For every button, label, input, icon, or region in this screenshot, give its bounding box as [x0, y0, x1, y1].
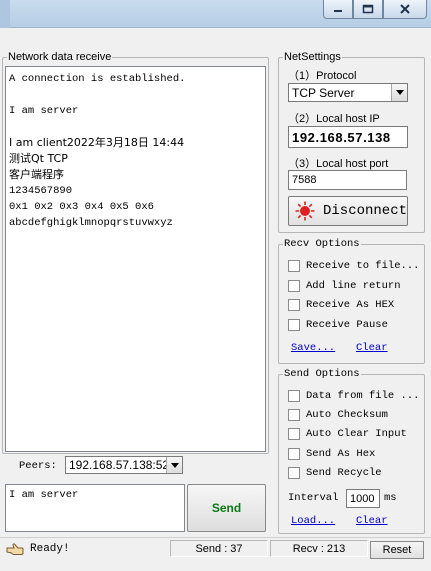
close-icon	[400, 4, 410, 14]
send-option-label: Auto Checksum	[306, 409, 388, 422]
recv-clear-link[interactable]: Clear	[356, 342, 388, 354]
recv-option[interactable]: Receive As HEX	[288, 298, 394, 312]
send-option-label: Auto Clear Input	[306, 428, 407, 441]
receive-line	[9, 87, 262, 103]
recv-option-label: Add line return	[306, 279, 401, 292]
send-option[interactable]: Auto Checksum	[288, 408, 388, 422]
hand-pointer-icon	[6, 543, 24, 555]
window-controls	[323, 0, 427, 20]
recv-option[interactable]: Receive Pause	[288, 318, 388, 332]
reset-button[interactable]: Reset	[370, 541, 424, 559]
recv-option-label: Receive Pause	[306, 318, 388, 331]
receive-line: abcdefghigklmnopqrstuvwxyz	[9, 217, 173, 229]
net-settings-title: NetSettings	[284, 51, 341, 63]
send-options-title: Send Options	[284, 368, 360, 380]
minimize-icon	[334, 10, 342, 12]
receive-line: I am server	[9, 105, 79, 117]
interval-label: Interval	[288, 492, 339, 504]
checkbox[interactable]	[288, 318, 300, 331]
send-option[interactable]: Data from file ...	[288, 389, 419, 403]
close-button[interactable]	[383, 0, 427, 19]
recv-count: Recv : 213	[270, 540, 368, 557]
disconnect-label: Disconnect	[322, 203, 407, 219]
checkbox[interactable]	[288, 279, 300, 292]
send-option-label: Send As Hex	[306, 447, 376, 460]
send-button[interactable]: Send	[187, 484, 266, 532]
status-ready: Ready!	[30, 543, 70, 555]
checkbox[interactable]	[288, 447, 300, 460]
receive-line: 0x1 0x2 0x3 0x4 0x5 0x6	[9, 201, 154, 213]
send-text-area[interactable]: I am server	[5, 484, 185, 532]
send-option[interactable]: Send As Hex	[288, 447, 375, 461]
interval-field[interactable]: 1000	[346, 489, 380, 508]
send-option[interactable]: Auto Clear Input	[288, 427, 407, 441]
protocol-select[interactable]: TCP Server	[288, 83, 408, 102]
maximize-button[interactable]	[353, 0, 383, 19]
receive-line: I am client2022年3月18日 14:44	[9, 136, 185, 149]
checkbox[interactable]	[288, 260, 300, 272]
receive-line: 测试Qt TCP	[9, 152, 68, 165]
protocol-select-value: TCP Server	[292, 85, 355, 100]
checkbox[interactable]	[288, 428, 300, 441]
local-ip-field[interactable]: 192.168.57.138	[288, 126, 408, 148]
send-option[interactable]: Send Recycle	[288, 466, 382, 480]
receive-line	[9, 119, 262, 135]
protocol-label: （1）Protocol	[288, 70, 357, 82]
receive-line: 客户端程序	[9, 168, 64, 181]
save-link[interactable]: Save...	[291, 342, 335, 354]
receive-line: 1234567890	[9, 185, 73, 197]
maximize-icon	[362, 4, 374, 14]
local-port-field[interactable]: 7588	[288, 170, 407, 190]
local-port-label: （3）Local host port	[288, 158, 389, 170]
status-divider	[0, 537, 431, 538]
checkbox[interactable]	[288, 466, 300, 479]
recv-option[interactable]: Add line return	[288, 279, 401, 293]
receive-text-area[interactable]: A connection is established. I am server I…	[5, 66, 266, 452]
send-text: I am server	[9, 489, 79, 501]
recv-option[interactable]: Receive to file...	[288, 259, 419, 273]
peers-label: Peers:	[19, 460, 57, 472]
send-option-label: Send Recycle	[306, 466, 382, 479]
send-option-label: Data from file ...	[306, 390, 420, 402]
receive-panel-title: Network data receive	[8, 51, 112, 63]
receive-line: A connection is established.	[9, 73, 186, 85]
send-count: Send : 37	[170, 540, 268, 557]
peers-select[interactable]: 192.168.57.138:525	[65, 456, 183, 474]
disconnect-button[interactable]: Disconnect	[288, 196, 408, 226]
chevron-down-icon	[166, 457, 182, 473]
title-bar-edge	[0, 0, 10, 28]
load-link[interactable]: Load...	[291, 515, 335, 527]
peers-select-value: 192.168.57.138:525	[69, 458, 166, 472]
recv-option-label: Receive to file...	[306, 260, 420, 272]
checkbox[interactable]	[288, 390, 300, 402]
chevron-down-icon	[391, 84, 407, 101]
recv-options-title: Recv Options	[284, 238, 360, 250]
checkbox[interactable]	[288, 299, 300, 311]
checkbox[interactable]	[288, 409, 300, 422]
send-clear-link[interactable]: Clear	[356, 515, 388, 527]
interval-unit: ms	[384, 492, 397, 504]
local-ip-label: （2）Local host IP	[288, 113, 380, 125]
recv-option-label: Receive As HEX	[306, 299, 395, 311]
record-icon	[295, 201, 315, 221]
minimize-button[interactable]	[323, 0, 353, 19]
title-bar	[0, 0, 431, 28]
